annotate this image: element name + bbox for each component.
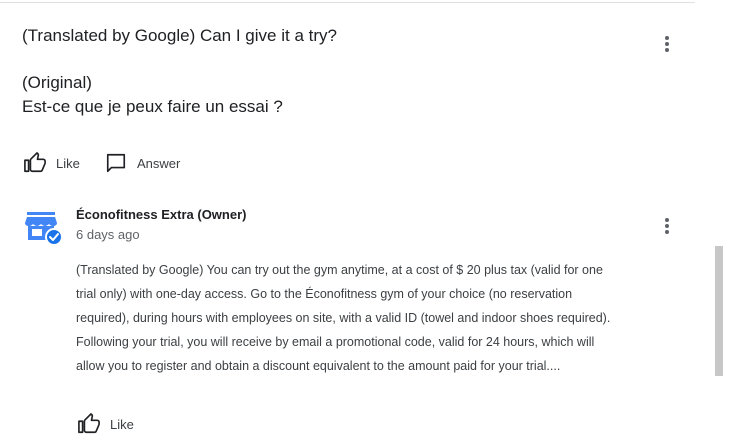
question-like-button[interactable]: Like [24, 152, 80, 174]
reply-date: 6 days ago [76, 227, 140, 242]
reply-like-button[interactable]: Like [78, 413, 134, 435]
question-original-label: (Original) [22, 73, 92, 92]
reply-more-options-button[interactable] [660, 214, 674, 238]
reply-line: Following your trial, you will receive b… [76, 335, 595, 349]
owner-name[interactable]: Éconofitness Extra (Owner) [76, 207, 246, 222]
top-divider [0, 2, 695, 3]
comment-icon [106, 153, 126, 173]
scrollbar-thumb[interactable] [715, 246, 723, 376]
reply-line: trial only) with one-day access. Go to t… [76, 287, 573, 301]
question-translated-text: (Translated by Google) Can I give it a t… [22, 26, 337, 45]
answer-button[interactable]: Answer [105, 152, 180, 174]
owner-reply-text: (Translated by Google) You can try out t… [76, 258, 646, 378]
question-like-label: Like [56, 155, 80, 171]
reply-like-label: Like [110, 416, 134, 432]
owner-store-icon [25, 212, 63, 246]
question-original-text: Est-ce que je peux faire un essai ? [22, 97, 283, 116]
question-more-options-button[interactable] [660, 32, 674, 56]
thumbs-up-icon [78, 413, 100, 434]
verified-badge-icon [45, 228, 63, 246]
answer-label: Answer [137, 155, 181, 171]
reply-line: required), during hours with employees o… [76, 311, 611, 325]
question-text-block: (Translated by Google) Can I give it a t… [22, 24, 337, 119]
thumbs-up-icon [24, 152, 46, 173]
reply-line: allow you to register and obtain a disco… [76, 359, 561, 373]
reply-line: (Translated by Google) You can try out t… [76, 263, 603, 277]
